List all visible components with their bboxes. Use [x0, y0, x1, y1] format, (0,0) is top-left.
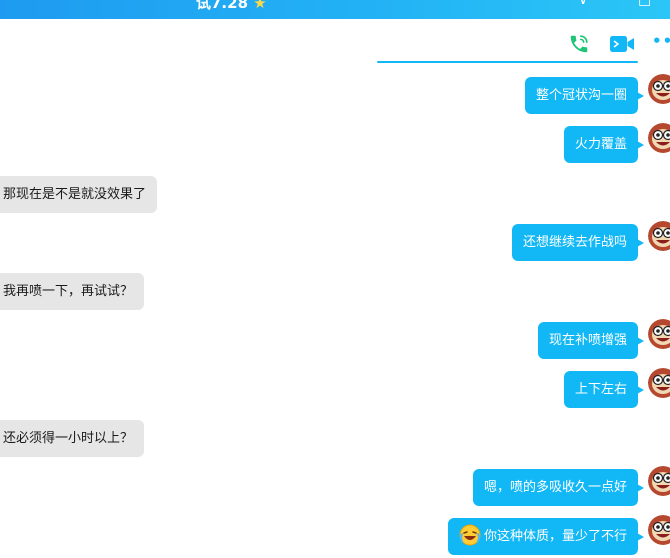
message-outgoing: 整个冠状沟一圈 [0, 77, 670, 117]
message-outgoing: 现在补喷增强 [0, 322, 670, 362]
phone-icon[interactable] [567, 33, 591, 55]
star-badge-icon: ★ [253, 0, 266, 12]
message-outgoing: 还想继续去作战吗 [0, 224, 670, 264]
message-incoming: 还必须得一小时以上？ [0, 420, 670, 460]
message-outgoing: 上下左右 [0, 371, 670, 411]
message-bubble[interactable]: 火力覆盖 [564, 126, 638, 163]
chat-title-text: 试7.28 [196, 0, 248, 12]
message-incoming: 那现在是不是就没效果了 [0, 176, 670, 216]
message-outgoing: 火力覆盖 [0, 126, 670, 166]
message-outgoing: 你这种体质，量少了不行 [0, 518, 670, 558]
avatar[interactable] [648, 368, 670, 398]
load-history-indicator [377, 61, 638, 63]
avatar[interactable] [648, 123, 670, 153]
message-incoming: 我再喷一下，再试试？ [0, 273, 670, 313]
message-bubble[interactable]: 嗯，喷的多吸收久一点好 [473, 469, 638, 506]
avatar[interactable] [648, 515, 670, 545]
avatar[interactable] [648, 74, 670, 104]
message-outgoing: 嗯，喷的多吸收久一点好 [0, 469, 670, 509]
message-bubble[interactable]: 现在补喷增强 [538, 322, 638, 359]
window-titlebar: 试7.28 ★ ∨ □ [0, 0, 670, 19]
maximize-button[interactable]: □ [638, 0, 651, 8]
message-bubble[interactable]: 还必须得一小时以上？ [0, 420, 144, 457]
message-bubble[interactable]: 上下左右 [564, 371, 638, 408]
avatar[interactable] [648, 466, 670, 496]
laughing-crying-emoji-icon [459, 524, 481, 546]
avatar[interactable] [648, 319, 670, 349]
minimize-button[interactable]: ∨ [578, 0, 588, 8]
message-bubble[interactable]: 你这种体质，量少了不行 [448, 518, 638, 555]
video-call-icon[interactable] [609, 33, 635, 55]
message-bubble[interactable]: 那现在是不是就没效果了 [0, 176, 157, 213]
message-bubble[interactable]: 整个冠状沟一圈 [525, 77, 638, 114]
chat-title: 试7.28 ★ [196, 0, 267, 13]
avatar[interactable] [648, 221, 670, 251]
message-bubble[interactable]: 还想继续去作战吗 [512, 224, 638, 261]
message-text: 你这种体质，量少了不行 [484, 529, 627, 544]
message-bubble[interactable]: 我再喷一下，再试试？ [0, 273, 144, 310]
more-options-icon[interactable]: ••• [652, 32, 670, 54]
